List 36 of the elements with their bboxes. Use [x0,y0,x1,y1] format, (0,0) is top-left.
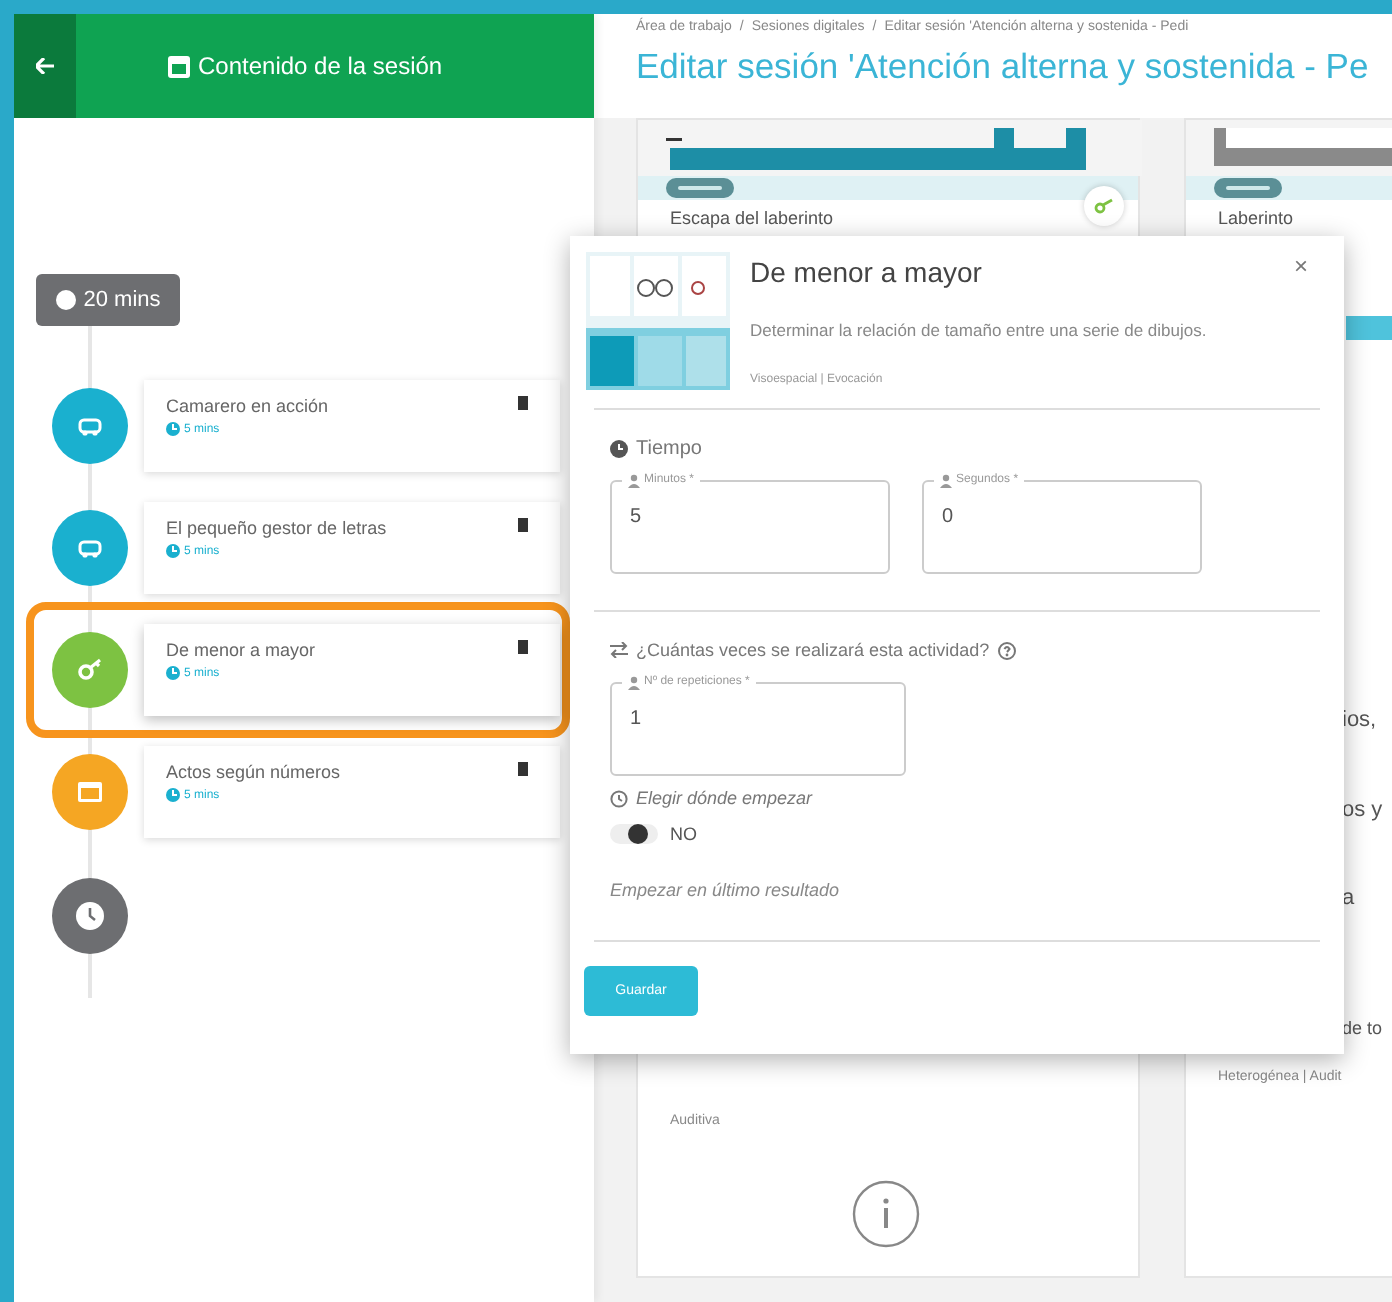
activity-title: Actos según números [166,762,341,782]
toggle-label: NO [670,824,697,844]
tile-title: Laberinto [1218,208,1296,228]
page-title: Editar sesión 'Atención alterna y sostenida - Pe [636,46,1371,88]
dialog-description: Determinar la relación de tamaño entre una serie de dibujos. [750,320,1207,340]
dialog-title: De menor a mayor [750,256,984,288]
field-value: 5 [630,506,642,528]
activity-title: Camarero en acción [166,396,329,416]
trash-icon [518,640,528,654]
person-icon [628,473,640,487]
person-icon [628,675,640,689]
field-value: 0 [942,506,954,528]
help-icon [997,641,1016,659]
section-label: ¿Cuántas veces se realizará esta actividad? [636,640,990,660]
panel-title: Contenido de la sesión [198,52,443,80]
trash-icon [518,762,528,776]
trash-icon [518,396,528,410]
level-badge-icon [666,178,734,198]
trash-icon [518,518,528,532]
close-button[interactable]: × [1289,252,1312,280]
level-badge-icon [1214,178,1282,198]
option-hint: Empezar en último resultado [610,880,842,904]
tile-title: Escapa del laberinto [670,208,836,228]
activity-title: El pequeño gestor de letras [166,518,387,538]
total-time: 20 mins [83,288,161,312]
calendar-icon [168,55,190,77]
history-icon [610,789,628,807]
info-icon [852,1180,920,1248]
option-label: Elegir dónde empezar [636,788,813,808]
repeat-icon [610,642,628,658]
toggle-switch[interactable] [610,824,658,844]
back-arrow-icon [36,58,54,74]
person-icon [940,473,952,487]
section-label: Tiempo [636,438,702,460]
field-value: 1 [630,708,642,730]
activity-title: De menor a mayor [166,640,316,660]
